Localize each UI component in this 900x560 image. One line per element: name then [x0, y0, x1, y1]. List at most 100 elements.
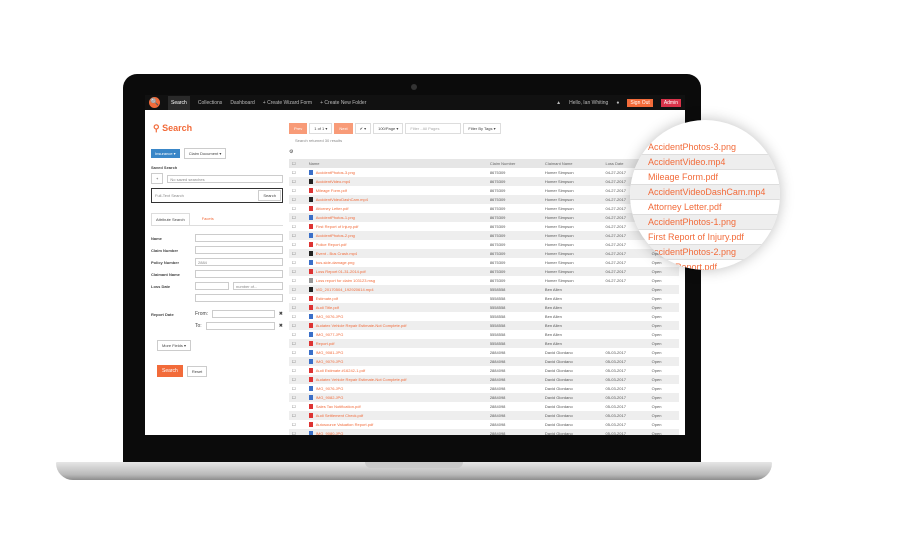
row-checkbox[interactable]: ☐	[289, 303, 306, 312]
table-row[interactable]: ☐ IMG_9082.JPG 2884098 David Giordano 05-03-…	[289, 393, 679, 402]
file-name-link[interactable]: AccidentPhotos-1.png	[316, 215, 355, 220]
next-button[interactable]: Next	[334, 123, 353, 134]
file-name-link[interactable]: Audi Title.pdf	[316, 305, 339, 310]
file-name-link[interactable]: Audi Settlement Check.pdf	[316, 413, 363, 418]
file-name-link[interactable]: IMG_9081.JPG	[316, 350, 344, 355]
file-name-link[interactable]: bus-side-damage.png	[316, 260, 355, 265]
bulk-check-button[interactable]: ✔ ▾	[354, 123, 372, 134]
row-checkbox[interactable]: ☐	[289, 249, 306, 258]
table-row[interactable]: ☐ AccidentVideo.mp4 8675309 Homer Simpson 04…	[289, 177, 679, 186]
table-row[interactable]: ☐ Sales Tax Notification.pdf 2884098 David …	[289, 402, 679, 411]
admin-button[interactable]: Admin	[660, 98, 681, 107]
filter-input[interactable]: Filter - All Pages	[405, 123, 462, 134]
loss-date-unit-select[interactable]	[195, 294, 283, 302]
table-row[interactable]: ☐ Police Report.pdf 8675309 Homer Simpson 04…	[289, 240, 679, 249]
row-checkbox[interactable]: ☐	[289, 411, 306, 420]
table-row[interactable]: ☐ AccidentPhotos-2.png 8675309 Homer Simpso…	[289, 231, 679, 240]
row-checkbox[interactable]: ☐	[289, 384, 306, 393]
saved-search-select[interactable]: No saved searches	[167, 174, 283, 183]
file-name-link[interactable]: IMG_9076.JPG	[316, 314, 344, 319]
table-row[interactable]: ☐ AccidentPhotos-3.png 8675309 Homer Simpso…	[289, 168, 679, 177]
more-fields-button[interactable]: More Fields ▾	[157, 340, 192, 351]
bell-icon[interactable]: ▲	[556, 100, 561, 106]
settings-icon[interactable]: ⚙	[289, 149, 679, 155]
row-checkbox[interactable]: ☐	[289, 339, 306, 348]
row-checkbox[interactable]: ☐	[289, 240, 306, 249]
file-name-link[interactable]: Audatex Vehicle Repair Estimate-Not Comp…	[316, 323, 407, 328]
full-text-search-button[interactable]: Search	[258, 190, 281, 201]
file-name-link[interactable]: First Report of Injury.pdf	[316, 224, 359, 229]
table-row[interactable]: ☐ Estimate.pdf 5558558 Ben Allen Open	[289, 294, 679, 303]
row-checkbox[interactable]: ☐	[289, 366, 306, 375]
table-row[interactable]: ☐ IMG_9079.JPG 2884098 David Giordano 05-03-…	[289, 357, 679, 366]
row-checkbox[interactable]: ☐	[289, 222, 306, 231]
add-saved-search-button[interactable]: +	[151, 173, 164, 184]
file-name-link[interactable]: IMG_9082.JPG	[316, 395, 344, 400]
nav-create-wizard-form[interactable]: + Create Wizard Form	[263, 100, 312, 106]
row-checkbox[interactable]: ☐	[289, 186, 306, 195]
file-name-link[interactable]: AccidentVideoDashCam.mp4	[316, 197, 368, 202]
row-checkbox[interactable]: ☐	[289, 258, 306, 267]
file-name-link[interactable]: AccidentVideo.mp4	[316, 179, 350, 184]
file-name-link[interactable]: AccidentPhotos-3.png	[316, 170, 355, 175]
table-row[interactable]: ☐ IMG_9077.JPG 5558558 Ben Allen Open	[289, 330, 679, 339]
row-checkbox[interactable]: ☐	[289, 213, 306, 222]
file-name-link[interactable]: Police Report.pdf	[316, 242, 347, 247]
policy-number-input[interactable]: 2884	[195, 258, 283, 266]
row-checkbox[interactable]: ☐	[289, 330, 306, 339]
file-name-link[interactable]: Report.pdf	[316, 341, 335, 346]
row-checkbox[interactable]: ☐	[289, 429, 306, 435]
row-checkbox[interactable]: ☐	[289, 204, 306, 213]
file-name-link[interactable]: Loss Report 01-31-2014.pdf	[316, 269, 366, 274]
file-name-link[interactable]: Autosource Valuation Report.pdf	[316, 422, 374, 427]
report-to-input[interactable]	[205, 322, 275, 330]
table-row[interactable]: ☐ bus-side-damage.png 8675309 Homer Simpson…	[289, 258, 679, 267]
file-name-link[interactable]: IMG_9076.JPG	[316, 386, 344, 391]
insurance-dropdown[interactable]: Insurance ▾	[151, 149, 180, 158]
row-checkbox[interactable]: ☐	[289, 177, 306, 186]
page-select[interactable]: 1 of 1 ▾	[309, 123, 333, 134]
row-checkbox[interactable]: ☐	[289, 420, 306, 429]
table-row[interactable]: ☐ Event - Bus Crash.mp4 8675309 Homer Simps…	[289, 249, 679, 258]
col-claimant-name[interactable]: Claimant Name	[541, 159, 603, 168]
row-checkbox[interactable]: ☐	[289, 393, 306, 402]
row-checkbox[interactable]: ☐	[289, 375, 306, 384]
row-checkbox[interactable]: ☐	[289, 168, 306, 177]
filter-tags-select[interactable]: Filter By Tags ▾	[463, 123, 501, 134]
claim-document-dropdown[interactable]: Claim Document ▾	[183, 148, 227, 159]
table-row[interactable]: ☐ Audatex Vehicle Repair Estimate-Not Com…	[289, 321, 679, 330]
name-input[interactable]	[195, 234, 283, 242]
file-name-link[interactable]: Estimate.pdf	[316, 296, 338, 301]
table-row[interactable]: ☐ Loss report for claim 103123.msg 8675309…	[289, 276, 679, 285]
row-checkbox[interactable]: ☐	[289, 402, 306, 411]
nav-search[interactable]: Search	[168, 95, 190, 110]
file-name-link[interactable]: VID_20170504_192920614.mp4	[316, 287, 374, 292]
tab-facets[interactable]: Facets	[198, 213, 218, 225]
file-name-link[interactable]: IMG_9077.JPG	[316, 332, 344, 337]
file-name-link[interactable]: Mileage Form.pdf	[316, 188, 347, 193]
row-checkbox[interactable]: ☐	[289, 321, 306, 330]
row-checkbox[interactable]: ☐	[289, 312, 306, 321]
file-name-link[interactable]: Audatex Vehicle Repair Estimate-Not Comp…	[316, 377, 407, 382]
table-row[interactable]: ☐ Report.pdf 5558558 Ben Allen Open	[289, 339, 679, 348]
file-name-link[interactable]: Event - Bus Crash.mp4	[316, 251, 357, 256]
row-checkbox[interactable]: ☐	[289, 276, 306, 285]
row-checkbox[interactable]: ☐	[289, 195, 306, 204]
table-row[interactable]: ☐ IMG_9080.JPG 2884098 David Giordano 05-03-…	[289, 429, 679, 435]
row-checkbox[interactable]: ☐	[289, 231, 306, 240]
file-name-link[interactable]: Attorney Letter.pdf	[316, 206, 349, 211]
table-row[interactable]: ☐ IMG_9076.JPG 5558558 Ben Allen Open	[289, 312, 679, 321]
loss-date-select[interactable]	[195, 282, 229, 290]
table-row[interactable]: ☐ VID_20170504_192920614.mp4 5558558 Ben Al…	[289, 285, 679, 294]
row-checkbox[interactable]: ☐	[289, 294, 306, 303]
table-row[interactable]: ☐ IMG_9081.JPG 2884098 David Giordano 05-03-…	[289, 348, 679, 357]
row-checkbox[interactable]: ☐	[289, 285, 306, 294]
clear-icon[interactable]: ✖	[279, 311, 283, 317]
search-submit-button[interactable]: Search	[157, 365, 183, 377]
file-name-link[interactable]: IMG_9080.JPG	[316, 431, 344, 435]
tab-attribute-search[interactable]: Attribute Search	[151, 213, 190, 225]
row-checkbox[interactable]: ☐	[289, 348, 306, 357]
col-claim-number[interactable]: Claim Number	[486, 159, 542, 168]
table-row[interactable]: ☐ Autosource Valuation Report.pdf 2884098 D…	[289, 420, 679, 429]
nav-collections[interactable]: Collections	[198, 100, 222, 106]
